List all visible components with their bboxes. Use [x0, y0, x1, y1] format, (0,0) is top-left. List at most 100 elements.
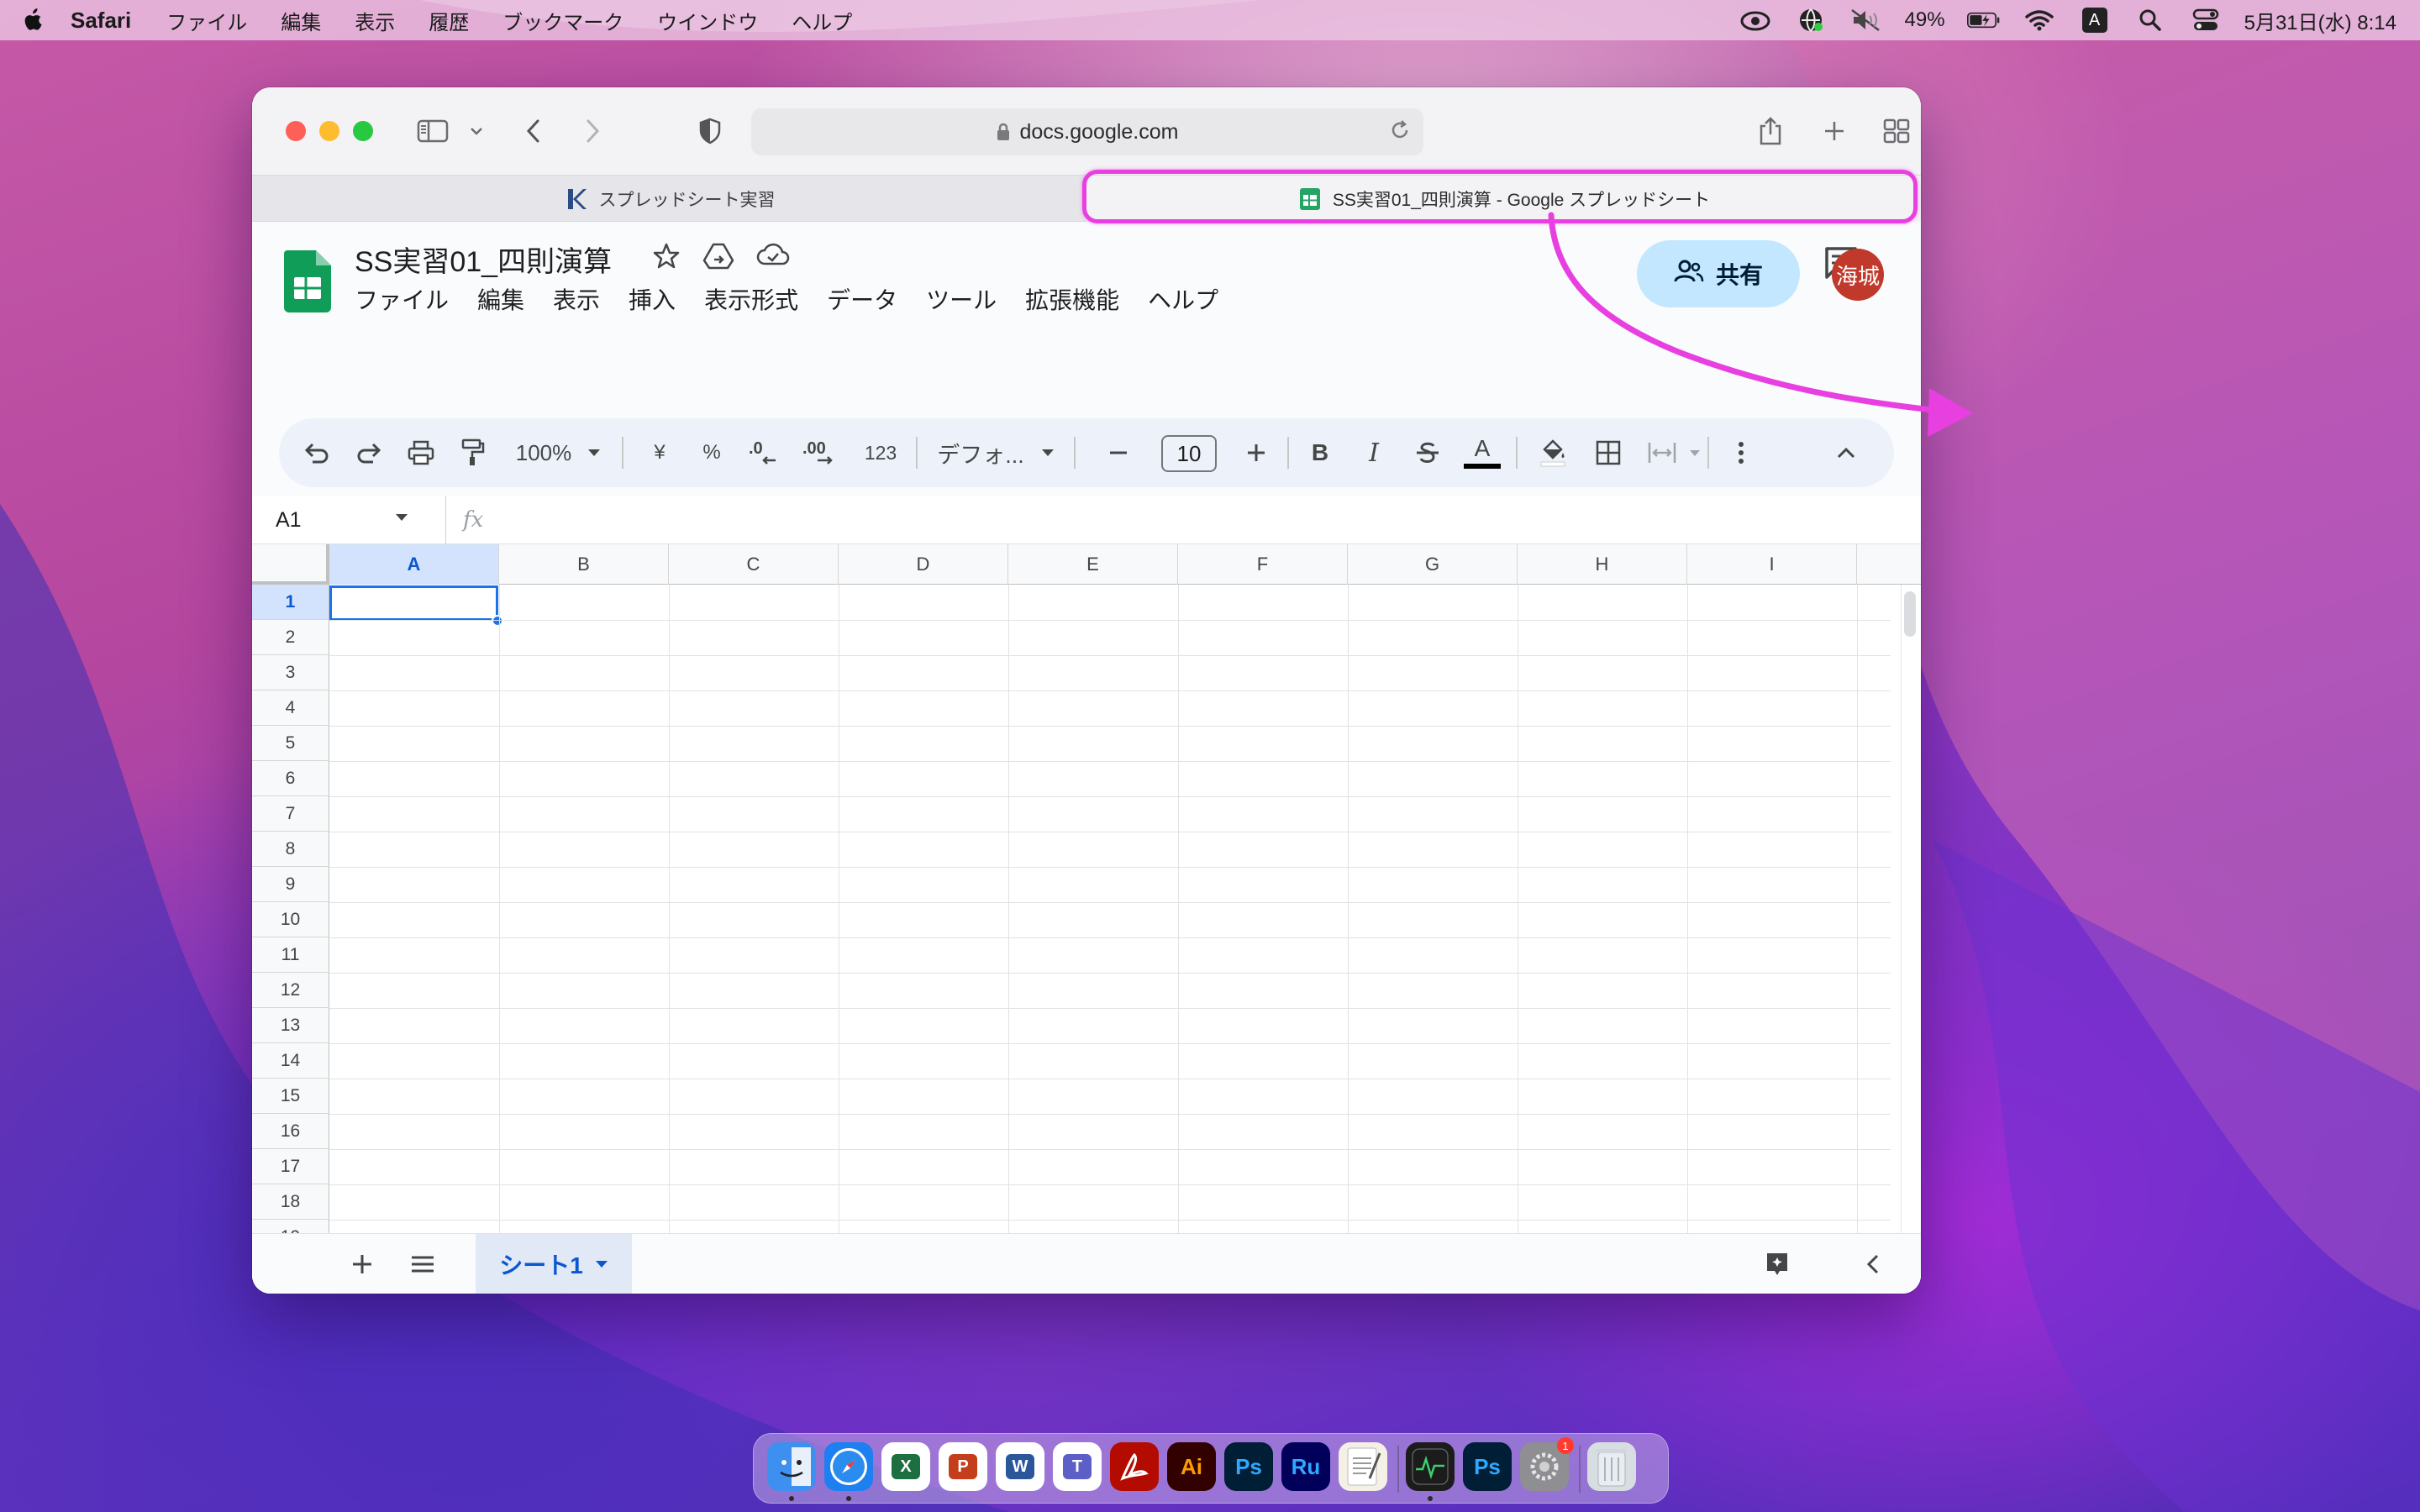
more-options-icon[interactable]	[1724, 418, 1758, 487]
selected-cell-a1[interactable]	[329, 585, 498, 621]
row-header-6[interactable]: 6	[252, 761, 329, 796]
zoom-select[interactable]: 100%	[506, 418, 581, 487]
star-icon[interactable]	[652, 242, 681, 275]
row-header-10[interactable]: 10	[252, 902, 329, 937]
name-box[interactable]: A1	[276, 496, 302, 544]
column-header-i[interactable]: I	[1687, 544, 1857, 585]
dock-app-activity-monitor-icon[interactable]	[1406, 1442, 1455, 1491]
row-header-11[interactable]: 11	[252, 937, 329, 973]
all-sheets-menu-icon[interactable]	[402, 1234, 444, 1294]
menu-view[interactable]: 表示	[355, 6, 395, 35]
move-to-drive-icon[interactable]	[702, 242, 734, 275]
share-button[interactable]: 共有	[1637, 240, 1800, 307]
sheets-menu-insert[interactable]: 挿入	[629, 282, 676, 316]
select-all-corner[interactable]	[252, 544, 329, 585]
text-color-button[interactable]: A	[1459, 418, 1506, 487]
forward-button[interactable]	[571, 111, 613, 151]
spotlight-search-icon[interactable]	[2133, 7, 2167, 34]
dock-app-teams-icon[interactable]: T	[1053, 1442, 1102, 1491]
input-source-icon[interactable]: A	[2078, 7, 2112, 34]
battery-icon[interactable]	[1966, 7, 2001, 34]
dock-app-word-icon[interactable]: W	[996, 1442, 1044, 1491]
row-header-13[interactable]: 13	[252, 1008, 329, 1043]
apple-icon[interactable]	[22, 7, 45, 34]
redo-icon[interactable]	[348, 418, 390, 487]
menu-bookmarks[interactable]: ブックマーク	[502, 6, 623, 35]
control-center-icon[interactable]	[2189, 7, 2223, 34]
more-formats-button[interactable]: 123	[857, 418, 904, 487]
decrease-decimal-button[interactable]: .0	[743, 418, 788, 487]
sidebar-toggle-icon[interactable]	[412, 111, 454, 151]
increase-font-size-icon[interactable]	[1235, 418, 1277, 487]
row-header-17[interactable]: 17	[252, 1149, 329, 1184]
paint-format-icon[interactable]	[452, 418, 494, 487]
reload-icon[interactable]	[1388, 118, 1412, 148]
close-window-button[interactable]	[286, 121, 306, 141]
name-box-dropdown-icon[interactable]	[395, 511, 408, 526]
increase-decimal-button[interactable]: .00	[797, 418, 847, 487]
menu-edit[interactable]: 編集	[281, 6, 321, 35]
percent-format-button[interactable]: %	[691, 418, 733, 487]
dock-app-safari-icon[interactable]	[824, 1442, 873, 1491]
dock-app-photoshop-2-icon[interactable]: Ps	[1463, 1442, 1512, 1491]
globe-vpn-icon[interactable]	[1794, 7, 1828, 34]
borders-icon[interactable]	[1586, 418, 1630, 487]
new-tab-plus-icon[interactable]	[1813, 111, 1855, 151]
row-header-5[interactable]: 5	[252, 726, 329, 761]
fill-color-icon[interactable]	[1531, 418, 1575, 487]
row-header-12[interactable]: 12	[252, 973, 329, 1008]
document-title[interactable]: SS実習01_四則演算	[355, 239, 612, 280]
sheets-menu-help[interactable]: ヘルプ	[1148, 282, 1218, 316]
column-header-a[interactable]: A	[329, 544, 499, 585]
row-header-2[interactable]: 2	[252, 620, 329, 655]
dock-app-trash-icon[interactable]	[1587, 1442, 1636, 1491]
creative-cloud-icon[interactable]	[1739, 7, 1772, 34]
account-avatar[interactable]: 海城	[1832, 249, 1884, 301]
row-header-7[interactable]: 7	[252, 796, 329, 832]
wifi-icon[interactable]	[2023, 7, 2056, 34]
sound-muted-icon[interactable]	[1849, 7, 1883, 34]
decrease-font-size-icon[interactable]	[1097, 418, 1139, 487]
dock-app-finder-icon[interactable]	[767, 1442, 816, 1491]
sheets-menu-tools[interactable]: ツール	[926, 282, 997, 316]
spreadsheet-grid[interactable]: ABCDEFGHI1234567891011121314151617181920	[252, 544, 1921, 1294]
font-dropdown-icon[interactable]	[1035, 418, 1060, 487]
column-header-h[interactable]: H	[1518, 544, 1687, 585]
column-header-c[interactable]: C	[669, 544, 839, 585]
print-icon[interactable]	[400, 418, 442, 487]
sheets-menu-file[interactable]: ファイル	[355, 282, 449, 316]
dock-app-textedit-icon[interactable]	[1339, 1442, 1387, 1491]
zoom-dropdown-icon[interactable]	[581, 418, 607, 487]
sheets-menu-view[interactable]: 表示	[553, 282, 600, 316]
explore-icon[interactable]	[1756, 1234, 1798, 1294]
row-header-9[interactable]: 9	[252, 867, 329, 902]
menu-history[interactable]: 履歴	[429, 6, 469, 35]
merge-dropdown-icon[interactable]	[1684, 418, 1706, 487]
row-header-3[interactable]: 3	[252, 655, 329, 690]
font-family-select[interactable]: デフォ...	[926, 418, 1035, 487]
dock-app-excel-icon[interactable]: X	[881, 1442, 930, 1491]
sheets-menu-edit[interactable]: 編集	[477, 282, 524, 316]
sheet-tab-1[interactable]: シート1	[476, 1234, 632, 1294]
menu-help[interactable]: ヘルプ	[792, 6, 852, 35]
share-page-icon[interactable]	[1749, 111, 1791, 151]
row-header-8[interactable]: 8	[252, 832, 329, 867]
font-size-input[interactable]: 10	[1161, 435, 1217, 472]
column-header-e[interactable]: E	[1008, 544, 1178, 585]
row-header-18[interactable]: 18	[252, 1184, 329, 1220]
row-header-4[interactable]: 4	[252, 690, 329, 726]
fill-handle[interactable]	[492, 615, 503, 627]
strikethrough-icon[interactable]	[1407, 418, 1449, 487]
tab-group-chevron-down-icon[interactable]	[464, 111, 489, 151]
dock-app-rush-icon[interactable]: Ru	[1281, 1442, 1330, 1491]
minimize-window-button[interactable]	[319, 121, 339, 141]
row-header-16[interactable]: 16	[252, 1114, 329, 1149]
sheets-menu-data[interactable]: データ	[827, 282, 897, 316]
cloud-saved-icon[interactable]	[756, 242, 790, 275]
undo-icon[interactable]	[296, 418, 338, 487]
back-button[interactable]	[513, 111, 555, 151]
active-app-name[interactable]: Safari	[71, 8, 131, 34]
zoom-window-button[interactable]	[353, 121, 373, 141]
privacy-shield-icon[interactable]	[689, 111, 731, 151]
row-header-1[interactable]: 1	[252, 585, 329, 620]
